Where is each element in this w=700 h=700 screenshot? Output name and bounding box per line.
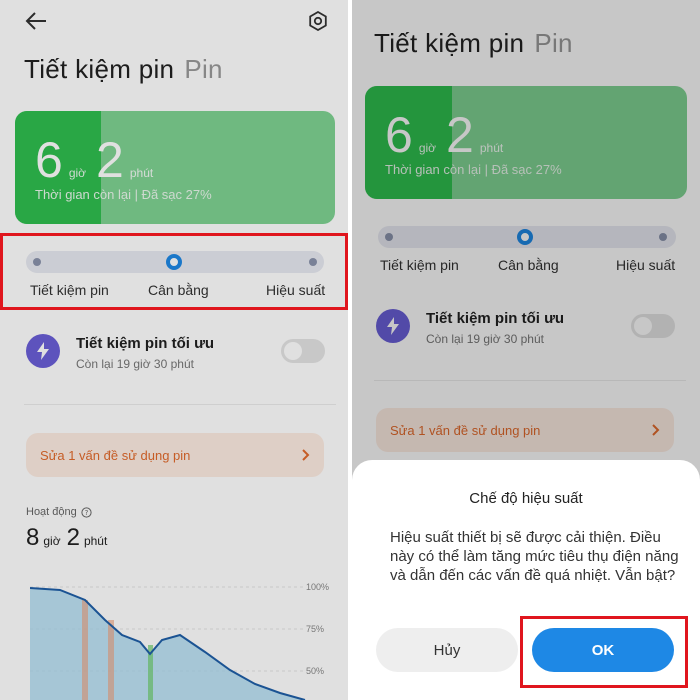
lightning-icon [26,334,60,368]
page-title: Tiết kiệm pin Pin [374,28,573,59]
help-icon[interactable]: ? [81,506,92,518]
chart-label-100: 100% [306,582,330,592]
activity-hours-unit: giờ [43,534,61,548]
battery-minutes-unit: phút [479,141,504,155]
battery-remaining-text: Thời gian còn lại | Đã sạc 27% [35,187,212,202]
chart-label-75: 75% [306,624,325,634]
battery-card: 6 giờ 2 phút Thời gian còn lại | Đã sạc … [365,86,687,199]
battery-issue-button[interactable]: Sửa 1 vấn đề sử dụng pin [376,408,674,452]
optimized-saver-subtitle: Còn lại 19 giờ 30 phút [76,357,194,371]
page-subtitle: Pin [534,28,573,58]
battery-minutes: 2 [96,132,124,188]
optimized-saver-title: Tiết kiệm pin tối ưu [76,335,215,352]
mode-label-balanced[interactable]: Cân bằng [498,257,559,273]
mode-label-performance[interactable]: Hiệu suất [266,282,325,298]
battery-issue-button[interactable]: Sửa 1 vấn đề sử dụng pin [26,433,324,477]
mode-dot-performance[interactable] [309,258,317,266]
chart-area [30,588,305,700]
activity-hours: 8 [26,524,40,551]
battery-hours: 6 [385,107,413,163]
battery-time: 6 giờ 2 phút [385,106,513,164]
battery-time: 6 giờ 2 phút [35,131,163,189]
battery-hours-unit: giờ [68,166,87,180]
activity-time: 8 giờ 2 phút [26,524,113,552]
battery-screen-right: Tiết kiệm pin Pin 6 giờ 2 phút Thời gian … [352,0,700,700]
divider [374,380,686,381]
ok-button[interactable]: OK [532,628,674,672]
chart-label-50: 50% [306,666,325,676]
dialog-title: Chế độ hiệu suất [469,490,583,507]
divider [24,404,336,405]
toggle-knob [284,342,302,360]
optimized-saver-subtitle: Còn lại 19 giờ 30 phút [426,332,544,346]
optimized-saver-title: Tiết kiệm pin tối ưu [426,310,565,327]
mode-label-balanced[interactable]: Cân bằng [148,282,209,298]
chart-charging-band [108,620,114,700]
activity-label: Hoạt động ? [26,506,92,518]
battery-minutes-unit: phút [129,166,154,180]
settings-gear-icon[interactable] [304,8,332,34]
svg-text:?: ? [84,509,88,517]
activity-minutes-unit: phút [83,534,108,548]
mode-label-performance[interactable]: Hiệu suất [616,257,675,273]
mode-label-saver[interactable]: Tiết kiệm pin [380,257,459,273]
mode-slider-knob[interactable] [517,229,533,245]
battery-issue-text: Sửa 1 vấn đề sử dụng pin [40,447,191,463]
battery-hours: 6 [35,132,63,188]
performance-mode-dialog: Chế độ hiệu suất Hiệu suất thiết bị sẽ đ… [352,460,700,700]
mode-dot-saver[interactable] [33,258,41,266]
mode-dot-saver[interactable] [385,233,393,241]
battery-remaining-text: Thời gian còn lại | Đã sạc 27% [385,162,562,177]
cancel-button[interactable]: Hủy [376,628,518,672]
page-title-text: Tiết kiệm pin [24,54,175,84]
optimized-saver-toggle[interactable] [281,339,325,363]
battery-issue-text: Sửa 1 vấn đề sử dụng pin [390,422,541,438]
mode-label-saver[interactable]: Tiết kiệm pin [30,282,109,298]
battery-screen-left: Tiết kiệm pin Pin 6 giờ 2 phút Thời gian … [0,0,348,700]
dialog-message: Hiệu suất thiết bị sẽ được cải thiện. Đi… [390,529,679,584]
chevron-right-icon [302,449,310,461]
lightning-icon [376,309,410,343]
mode-dot-performance[interactable] [659,233,667,241]
battery-usage-chart [30,586,306,700]
activity-minutes: 2 [66,524,80,551]
mode-slider-knob[interactable] [166,254,182,270]
battery-hours-unit: giờ [418,141,437,155]
optimized-saver-toggle[interactable] [631,314,675,338]
page-title: Tiết kiệm pin Pin [24,54,223,85]
back-arrow-icon[interactable] [22,8,50,34]
chart-charging-band [82,600,88,700]
activity-label-text: Hoạt động [26,506,77,518]
page-title-text: Tiết kiệm pin [374,28,525,58]
toggle-knob [634,317,652,335]
battery-card: 6 giờ 2 phút Thời gian còn lại | Đã sạc … [15,111,335,224]
page-subtitle: Pin [184,54,223,84]
chevron-right-icon [652,424,660,436]
battery-minutes: 2 [446,107,474,163]
